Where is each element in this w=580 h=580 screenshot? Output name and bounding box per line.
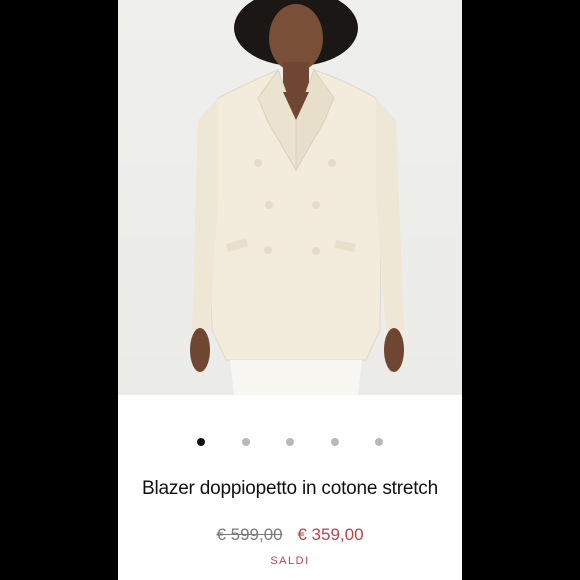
carousel-dots	[118, 436, 462, 448]
carousel-dot-1[interactable]	[197, 438, 205, 446]
carousel-dot-5[interactable]	[375, 438, 383, 446]
carousel-dot-2[interactable]	[242, 438, 250, 446]
blazer-model-image	[190, 0, 404, 395]
sale-badge: SALDI	[270, 555, 310, 567]
product-title: Blazer doppiopetto in cotone stretch	[142, 478, 438, 499]
carousel-dot-3[interactable]	[286, 438, 294, 446]
product-photo[interactable]	[118, 0, 462, 395]
price-block: € 599,00 € 359,00	[118, 525, 462, 545]
carousel-dot-4[interactable]	[331, 438, 339, 446]
product-screen: Blazer doppiopetto in cotone stretch € 5…	[118, 0, 462, 580]
original-price: € 599,00	[216, 525, 283, 544]
sale-price: € 359,00	[297, 525, 364, 544]
